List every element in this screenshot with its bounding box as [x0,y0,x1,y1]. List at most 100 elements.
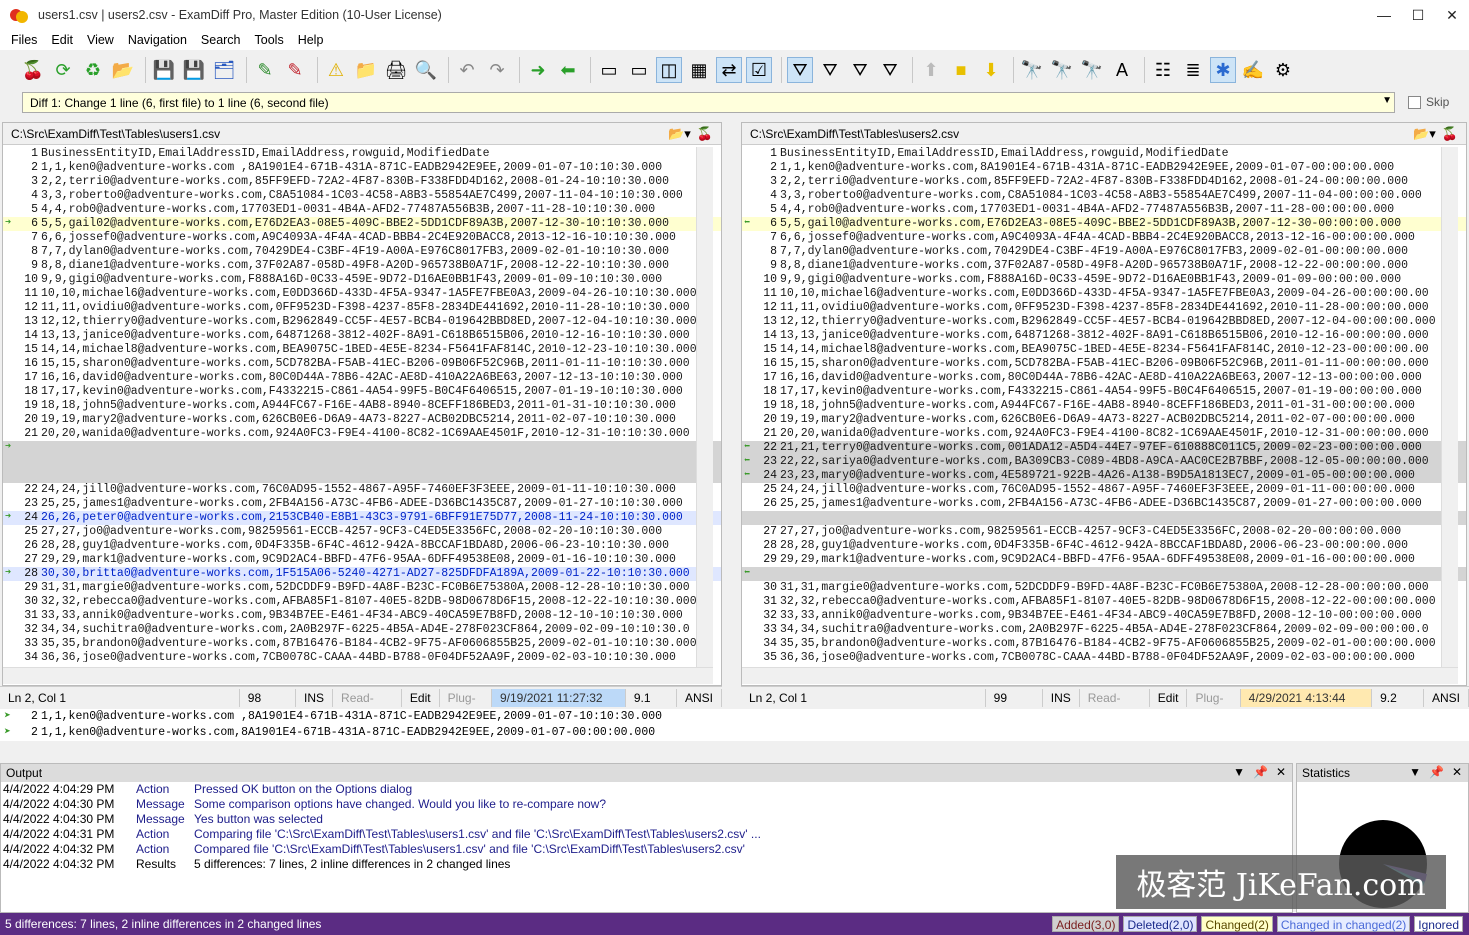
text-line[interactable]: 8 7,7,dylan0@adventure-works.com,70429DE4… [742,245,1466,259]
text-line[interactable]: 11 10,10,michael6@adventure-works.com,E0D… [3,287,721,301]
left-text-area[interactable]: 1 BusinessEntityID,EmailAddressID,EmailAd… [3,147,721,662]
text-line[interactable]: 6 5,5,gail02@adventure-works.com,E76D2EA3… [3,217,721,231]
left-vertical-scrollbar[interactable] [696,147,713,667]
save-as-icon[interactable]: 💾 [181,57,207,83]
text-line[interactable]: 13 12,12,thierry0@adventure-works.com,B29… [742,315,1466,329]
down-icon[interactable]: ⬇ [978,57,1004,83]
text-line[interactable]: 32 34,34,suchitra0@adventure-works.com,2A… [3,623,721,637]
text-line[interactable]: 1 BusinessEntityID,EmailAddressID,EmailAd… [3,147,721,161]
text-line[interactable]: 23 25,25,james1@adventure-works.com,2FB4A… [3,497,721,511]
compare-line-left[interactable]: ➤ 2 1,1,ken0@adventure-works.com ,8A1901E4… [0,709,1469,725]
gear-icon[interactable]: ⚙ [1270,57,1296,83]
blank-line[interactable] [3,469,721,483]
sync-icon[interactable]: ⇄ [716,57,742,83]
text-line[interactable]: 24 23,23,mary0@adventure-works.com,4E5897… [742,469,1466,483]
output-row[interactable]: 4/4/2022 4:04:30 PM Message Some compariso… [1,797,1292,812]
text-line[interactable]: 1 BusinessEntityID,EmailAddressID,EmailAd… [742,147,1466,161]
text-line[interactable]: 14 13,13,janice0@adventure-works.com,6487… [3,329,721,343]
text-line[interactable]: 6 5,5,gail0@adventure-works.com,E76D2EA3-… [742,217,1466,231]
text-line[interactable]: 5 4,4,rob0@adventure-works.com,17703ED1-0… [742,203,1466,217]
text-line[interactable]: 10 9,9,gigi0@adventure-works.com,F888A16D… [742,273,1466,287]
find-prev-icon[interactable]: 🔭 [1079,57,1105,83]
left-horizontal-scrollbar[interactable] [3,667,713,684]
text-line[interactable]: 11 10,10,michael6@adventure-works.com,E0D… [742,287,1466,301]
refresh-icon[interactable]: ⟳ [50,57,76,83]
chevron-down-icon[interactable]: ▼ [1382,95,1392,106]
menu-view[interactable]: View [80,33,121,47]
warning-icon[interactable]: ⚠ [323,57,349,83]
text-line[interactable]: 13 12,12,thierry0@adventure-works.com,B29… [3,315,721,329]
text-line[interactable]: 30 31,31,margie0@adventure-works.com,52DC… [742,581,1466,595]
text-line[interactable]: 14 13,13,janice0@adventure-works.com,6487… [742,329,1466,343]
menu-files[interactable]: Files [4,33,44,47]
square-icon[interactable]: ■ [948,57,974,83]
close-icon[interactable]: ✕ [1435,0,1469,30]
text-line[interactable]: 15 14,14,michael8@adventure-works.com,BEA… [3,343,721,357]
text-line[interactable]: 9 8,8,diane1@adventure-works.com,37F02A87… [742,259,1466,273]
text-line[interactable]: 18 17,17,kevin0@adventure-works.com,F4332… [3,385,721,399]
text-line[interactable]: 28 28,28,guy1@adventure-works.com,0D4F335… [742,539,1466,553]
maximize-icon[interactable]: ☐ [1401,0,1435,30]
text-line[interactable]: 35 36,36,jose0@adventure-works.com,7CB007… [742,651,1466,662]
text-line[interactable]: 18 17,17,kevin0@adventure-works.com,F4332… [742,385,1466,399]
filter-icon[interactable]: ⛛ [787,57,813,83]
text-line[interactable]: 21 20,20,wanida0@adventure-works.com,924A… [3,427,721,441]
open-folder-icon[interactable]: 📂 [110,57,136,83]
text-line[interactable]: 32 33,33,annik0@adventure-works.com,9B34B… [742,609,1466,623]
text-line[interactable]: 30 32,32,rebecca0@adventure-works.com,AFB… [3,595,721,609]
text-line[interactable]: 2 1,1,ken0@adventure-works.com,8A1901E4-6… [742,161,1466,175]
text-line[interactable]: 3 2,2,terri0@adventure-works.com,85FF9EFD… [742,175,1466,189]
pin-icon[interactable]: 📌 [1429,765,1444,779]
case-icon[interactable]: A [1109,57,1135,83]
text-line[interactable]: 17 16,16,david0@adventure-works.com,80C0D… [3,371,721,385]
text-line[interactable]: 25 24,24,jill0@adventure-works.com,76C0AD… [742,483,1466,497]
arrow-left-icon[interactable]: ⬅ [744,471,756,481]
blank-line[interactable]: ➜ [3,441,721,455]
pin-icon[interactable]: 📌 [1253,765,1268,779]
find-next-icon[interactable]: 🔭 [1049,57,1075,83]
text-line[interactable]: 2 1,1,ken0@adventure-works.com ,8A1901E4-… [3,161,721,175]
text-line[interactable]: 25 27,27,jo0@adventure-works.com,98259561… [3,525,721,539]
prev-diff-icon[interactable]: ⬅ [555,57,581,83]
print-preview-icon[interactable]: 🔍 [413,57,439,83]
close-icon[interactable]: ✕ [1276,765,1286,779]
check-icon[interactable]: ☑ [746,57,772,83]
text-line[interactable]: 9 8,8,diane1@adventure-works.com,37F02A87… [3,259,721,273]
undo-icon[interactable]: ↶ [454,57,480,83]
arrow-left-icon[interactable]: ⬅ [744,457,756,467]
text-line[interactable]: 16 15,15,sharon0@adventure-works.com,5CD7… [742,357,1466,371]
filter4-icon[interactable]: ⛛ [877,57,903,83]
skip-checkbox[interactable]: Skip [1408,95,1449,109]
text-line[interactable]: 29 31,31,margie0@adventure-works.com,52DC… [3,581,721,595]
options-icon[interactable]: ☷ [1150,57,1176,83]
edit-right-icon[interactable]: ✎ [282,57,308,83]
save-icon[interactable]: 💾 [151,57,177,83]
diff-selector[interactable]: Diff 1: Change 1 line (6, first file) to… [22,92,1395,113]
side-by-side-icon[interactable]: ◫ [656,57,682,83]
blank-line[interactable] [742,511,1466,525]
text-line[interactable]: 3 2,2,terri0@adventure-works.com,85FF9EFD… [3,175,721,189]
text-line[interactable]: 16 15,15,sharon0@adventure-works.com,5CD7… [3,357,721,371]
text-line[interactable]: 20 19,19,mary2@adventure-works.com,626CB0… [3,413,721,427]
menu-help[interactable]: Help [291,33,331,47]
text-line[interactable]: 26 25,25,james1@adventure-works.com,2FB4A… [742,497,1466,511]
output-row[interactable]: 4/4/2022 4:04:32 PM Action Compared file '… [1,842,1292,857]
find-icon[interactable]: 🔭 [1019,57,1045,83]
text-line[interactable]: 22 24,24,jill0@adventure-works.com,76C0AD… [3,483,721,497]
open-icon[interactable]: 🍒 [20,57,46,83]
text-line[interactable]: 10 9,9,gigi0@adventure-works.com,F888A16D… [3,273,721,287]
close-icon[interactable]: ✕ [1452,765,1462,779]
text-line[interactable]: 15 14,14,michael8@adventure-works.com,BEA… [742,343,1466,357]
chevron-down-icon[interactable]: ▼ [1409,765,1421,779]
compare-icon[interactable]: 🍒 [1442,126,1458,142]
text-line[interactable]: 33 34,34,suchitra0@adventure-works.com,2A… [742,623,1466,637]
text-line[interactable]: 28 30,30,britta0@adventure-works.com,1F51… [3,567,721,581]
menu-tools[interactable]: Tools [248,33,291,47]
plugin-icon[interactable]: ✱ [1210,57,1236,83]
text-line[interactable]: 29 29,29,mark1@adventure-works.com,9C9D2A… [742,553,1466,567]
single-pane-icon[interactable]: ▭ [596,57,622,83]
up-icon[interactable]: ⬆ [918,57,944,83]
output-row[interactable]: 4/4/2022 4:04:29 PM Action Pressed OK butt… [1,782,1292,797]
recompare-icon[interactable]: ♻ [80,57,106,83]
folder-open-icon[interactable]: 📂▾ [668,126,691,142]
